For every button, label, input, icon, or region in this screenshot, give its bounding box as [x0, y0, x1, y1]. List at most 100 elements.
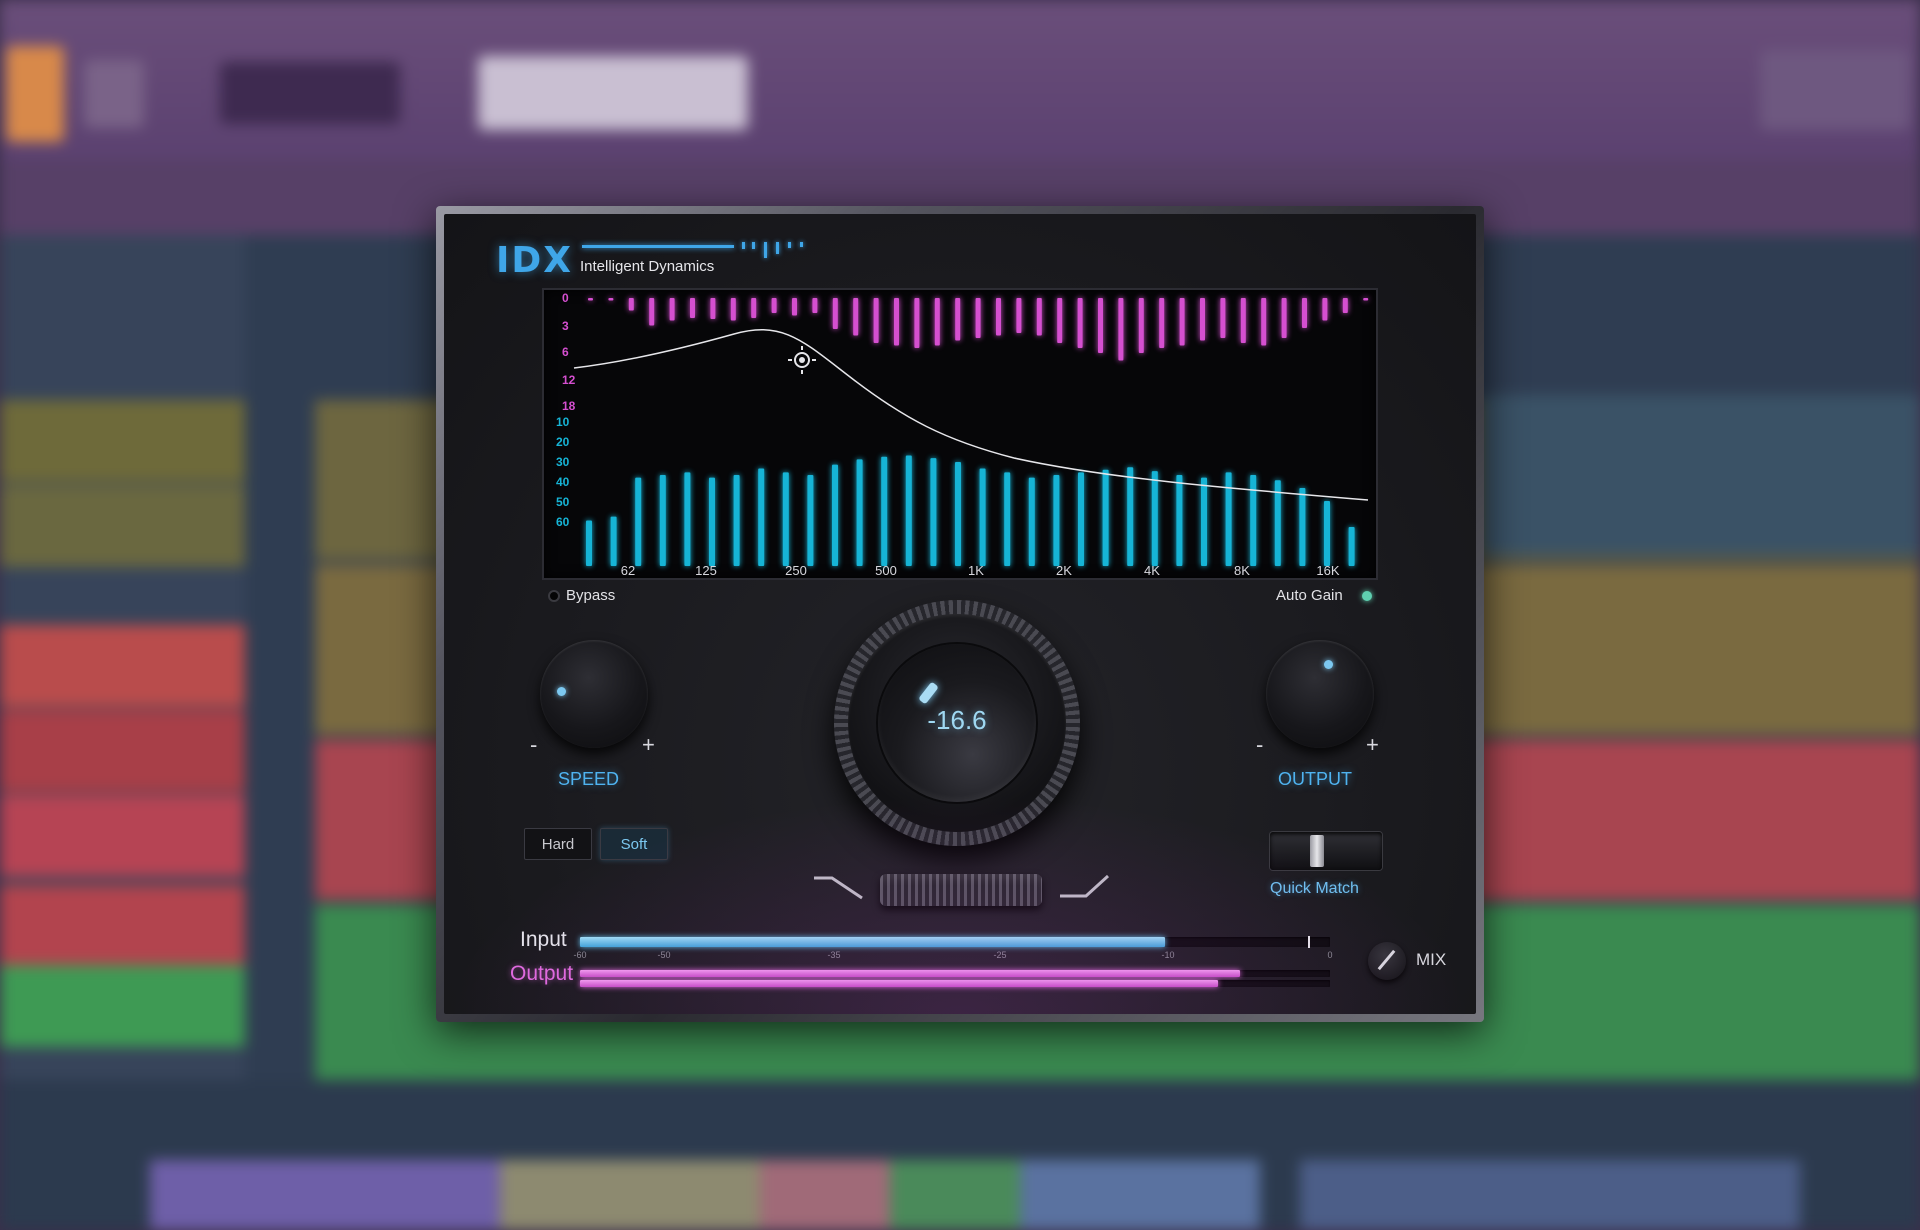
frequency-label: 125 — [695, 563, 717, 578]
gain-reduction-bar — [1077, 298, 1083, 348]
gain-reduction-bar — [873, 298, 879, 343]
gain-reduction-bar — [914, 298, 920, 348]
gain-reduction-bar — [894, 298, 899, 346]
gain-reduction-bar — [1159, 298, 1165, 348]
meter-scale-label: 0 — [1327, 950, 1333, 960]
gain-reduction-bar — [1138, 298, 1144, 353]
spectrum-bar — [955, 462, 961, 566]
plugin-subtitle: Intelligent Dynamics — [580, 258, 715, 275]
gain-reduction-bar — [934, 298, 940, 346]
curve-handle-dot — [799, 357, 805, 363]
spectrum-bar — [1078, 472, 1084, 566]
gain-reduction-bar — [975, 298, 981, 338]
gain-reduction-bar — [792, 298, 797, 316]
spectrum-bar — [1127, 467, 1134, 566]
logo-ticks — [742, 242, 810, 260]
spectrum-bar — [1250, 475, 1257, 566]
bypass-label[interactable]: Bypass — [566, 587, 615, 604]
spectrum-bar — [1348, 527, 1355, 566]
db-label-bottom: 10 — [556, 415, 570, 429]
frequency-label: 1K — [968, 563, 984, 578]
gain-reduction-bar — [1342, 298, 1348, 313]
frequency-label: 62 — [621, 563, 635, 578]
db-label-top: 0 — [562, 291, 569, 305]
output-knob-indicator — [1324, 660, 1333, 669]
speed-knob-indicator — [557, 687, 566, 696]
gain-reduction-bar — [751, 298, 757, 318]
soft-knee-button[interactable]: Soft — [600, 828, 668, 860]
speed-plus: + — [642, 732, 655, 757]
spectrum-bar — [1102, 469, 1109, 566]
gain-reduction-bar — [996, 298, 1001, 336]
knee-roller[interactable] — [880, 874, 1042, 906]
gain-reduction-bar — [690, 298, 695, 318]
meter-scale-label: -60 — [573, 950, 587, 960]
gain-reduction-bar — [853, 298, 859, 336]
quick-match-thumb[interactable] — [1310, 835, 1324, 867]
input-meter-label: Input — [520, 928, 567, 951]
mix-knob[interactable] — [1368, 942, 1406, 980]
bypass-led[interactable] — [548, 590, 560, 602]
input-peak-marker — [1307, 936, 1310, 948]
gain-reduction-bar — [710, 298, 716, 319]
hard-knee-button[interactable]: Hard — [524, 828, 592, 860]
output-meter-top-fill — [580, 970, 1240, 977]
db-label-bottom: 20 — [556, 435, 570, 449]
spectrum-bar — [659, 475, 666, 566]
meter-scale-label: -10 — [1161, 950, 1175, 960]
gain-reduction-bar — [1240, 298, 1246, 343]
gain-reduction-bar — [1281, 298, 1287, 338]
plugin-panel: IDX Intelligent Dynamics 0 3 6 12 18 10 20 30 40… — [444, 214, 1476, 1014]
auto-gain-label[interactable]: Auto Gain — [1276, 587, 1343, 604]
spectrum-bar — [1299, 488, 1306, 566]
output-knob[interactable] — [1266, 640, 1374, 748]
input-meter-fill — [580, 937, 1165, 947]
meter-scale-label: -25 — [993, 950, 1007, 960]
output-meter-top — [580, 970, 1330, 977]
gain-reduction-bar — [1036, 298, 1042, 336]
mix-knob-indicator — [1377, 949, 1396, 971]
gain-reduction-bar — [1261, 298, 1267, 346]
speed-label: SPEED — [558, 769, 620, 789]
threshold-knob[interactable]: -16.6 — [834, 600, 1080, 846]
spectrum-bar — [733, 475, 740, 566]
meter-scale-label: -35 — [827, 950, 841, 960]
spectrum-analyzer[interactable]: 0 3 6 12 18 10 20 30 40 50 60 62 125 250 500 1K 2K 4K 8K 16… — [542, 288, 1378, 580]
spectrum-bar — [586, 520, 592, 566]
gain-reduction-bar — [1057, 298, 1063, 343]
quick-match-slider[interactable] — [1270, 832, 1382, 870]
spectrum-bar — [758, 468, 765, 566]
output-plus: + — [1366, 732, 1379, 757]
output-meter-bottom — [580, 980, 1330, 987]
gain-reduction-bar — [1098, 298, 1103, 353]
spectrum-bar — [881, 456, 888, 566]
gain-reduction-bar — [832, 298, 838, 329]
mix-label: MIX — [1416, 950, 1447, 969]
frequency-label: 2K — [1056, 563, 1072, 578]
frequency-label: 8K — [1234, 563, 1250, 578]
soft-curve-icon — [1060, 874, 1110, 898]
output-meter-label: Output — [510, 962, 574, 985]
spectrum-bar — [709, 477, 715, 566]
threshold-knob-indicator — [918, 681, 939, 705]
threshold-knob-face: -16.6 — [878, 644, 1036, 802]
gain-reduction-bar — [1118, 298, 1124, 361]
spectrum-bar — [930, 458, 937, 566]
gain-reduction-bar — [771, 298, 777, 313]
gain-reduction-bar — [730, 298, 736, 321]
gain-reduction-bar — [1322, 298, 1328, 321]
spectrum-bar — [1151, 471, 1158, 566]
threshold-knob-ring: -16.6 — [848, 614, 1066, 832]
gain-reduction-bar — [608, 298, 614, 301]
gain-reduction-bar — [955, 298, 961, 341]
spectrum-bar — [1324, 501, 1330, 566]
db-label-bottom: 30 — [556, 455, 570, 469]
daw-bottom-panel — [0, 1080, 1920, 1230]
threshold-value: -16.6 — [927, 705, 987, 735]
auto-gain-led[interactable] — [1362, 591, 1372, 601]
speed-knob[interactable] — [540, 640, 648, 748]
gain-reduction-bar — [1179, 298, 1185, 346]
gain-reduction-bar — [812, 298, 818, 313]
idx-plugin-window: IDX Intelligent Dynamics 0 3 6 12 18 10 20 30 40… — [436, 206, 1484, 1022]
sidechain-curve — [573, 329, 1369, 501]
